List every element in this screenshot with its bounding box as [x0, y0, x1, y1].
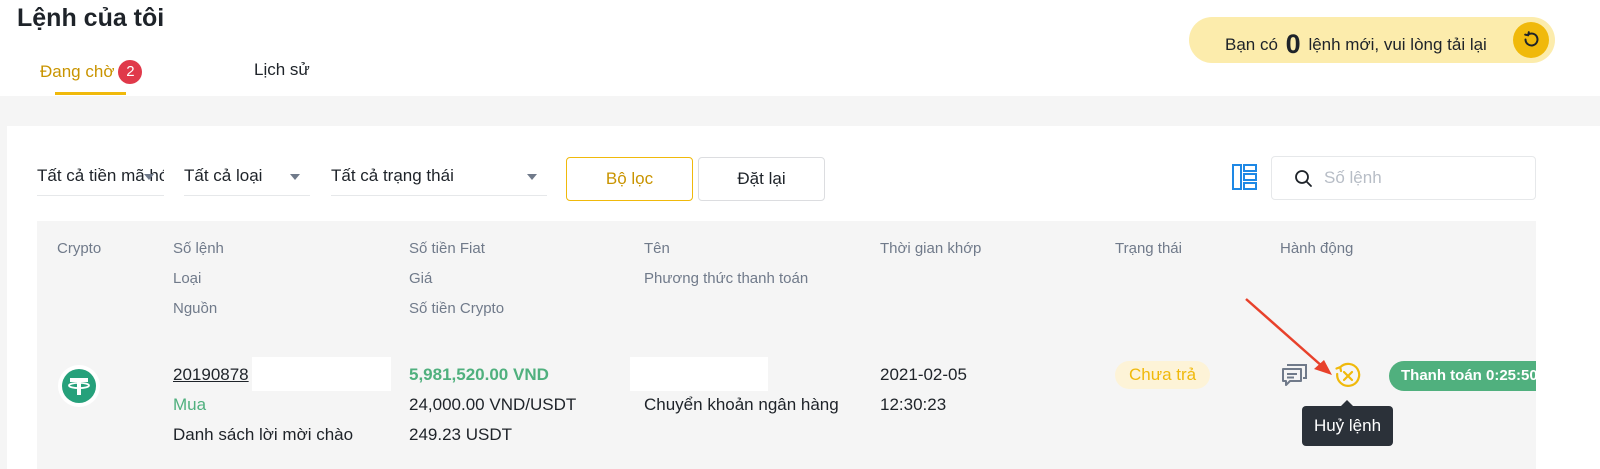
- pending-count-badge: 2: [118, 60, 143, 84]
- type-select[interactable]: Tất cả loại: [184, 160, 310, 196]
- page: Lệnh của tôi Đang chờ 2 Lịch sử Bạn có 0 …: [0, 0, 1600, 469]
- payment-method: Chuyển khoản ngân hàng: [644, 395, 839, 414]
- column-action: Hành động: [1280, 240, 1354, 257]
- status-select[interactable]: Tất cả trạng thái: [331, 160, 547, 196]
- status-badge: Chưa trả: [1115, 361, 1211, 389]
- active-tab-underline: [55, 92, 126, 95]
- page-title: Lệnh của tôi: [17, 4, 165, 32]
- column-crypto: Crypto: [57, 240, 102, 257]
- payment-countdown-button[interactable]: Thanh toán 0:25:50: [1389, 361, 1536, 391]
- column-crypto-amount: Số tiền Crypto: [409, 300, 505, 317]
- new-order-count: 0: [1285, 29, 1301, 59]
- tab-pending[interactable]: Đang chờ 2: [40, 60, 143, 84]
- chevron-down-icon: [144, 174, 154, 180]
- reload-icon: [1524, 31, 1539, 47]
- column-name: Tên: [644, 240, 670, 257]
- column-payment-method: Phương thức thanh toán: [644, 270, 809, 287]
- column-order-no: Số lệnh: [173, 240, 224, 257]
- column-fiat-amount: Số tiền Fiat: [409, 240, 485, 257]
- order-type: Mua: [173, 395, 207, 414]
- notice-suffix: lệnh mới, vui lòng tải lại: [1308, 35, 1487, 54]
- tab-history[interactable]: Lịch sử: [254, 60, 310, 80]
- reload-button[interactable]: [1513, 22, 1549, 58]
- cancel-tooltip: Huỷ lệnh: [1302, 406, 1393, 446]
- column-type: Loại: [173, 270, 202, 287]
- order-search[interactable]: [1271, 156, 1536, 200]
- notice-text: Bạn có 0 lệnh mới, vui lòng tải lại: [1225, 29, 1487, 60]
- crypto-amount: 249.23 USDT: [409, 425, 512, 444]
- chat-icon[interactable]: [1281, 362, 1309, 388]
- fiat-amount: 5,981,520.00 VND: [409, 365, 549, 384]
- layout-toggle-icon[interactable]: [1232, 164, 1258, 190]
- search-icon: [1295, 170, 1312, 187]
- match-date: 2021-02-05: [880, 365, 967, 384]
- redacted-counterparty-name: [630, 357, 768, 391]
- reset-button[interactable]: Đặt lại: [698, 157, 825, 201]
- status-select-value: Tất cả trạng thái: [331, 166, 454, 185]
- order-source: Danh sách lời mời chào: [173, 425, 354, 444]
- column-match-time: Thời gian khớp: [880, 240, 982, 257]
- type-select-value: Tất cả loại: [184, 166, 263, 185]
- column-price: Giá: [409, 270, 433, 287]
- match-time: 12:30:23: [880, 395, 947, 414]
- redacted-order-number: [252, 357, 391, 391]
- order-number-link[interactable]: 20190878: [173, 360, 249, 390]
- cancel-order-icon[interactable]: [1334, 362, 1362, 390]
- column-source: Nguồn: [173, 300, 218, 317]
- tether-icon: [58, 365, 100, 407]
- new-orders-notice: Bạn có 0 lệnh mới, vui lòng tải lại: [1189, 17, 1555, 63]
- column-status: Trạng thái: [1115, 240, 1182, 257]
- search-input[interactable]: [1324, 165, 1524, 191]
- tab-pending-label: Đang chờ: [40, 62, 115, 81]
- chevron-down-icon: [290, 174, 300, 180]
- chevron-down-icon: [527, 174, 537, 180]
- filter-button[interactable]: Bộ lọc: [566, 157, 693, 201]
- notice-prefix: Bạn có: [1225, 35, 1278, 54]
- coin-select[interactable]: Tất cả tiền mã hóa: [37, 160, 164, 196]
- price: 24,000.00 VND/USDT: [409, 395, 577, 414]
